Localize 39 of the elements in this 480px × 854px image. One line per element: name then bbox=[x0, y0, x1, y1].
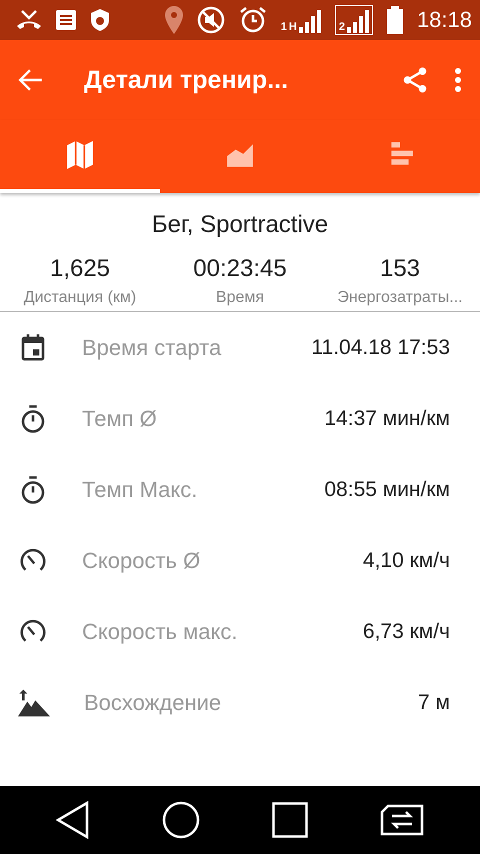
detail-value: 6,73 км/ч bbox=[362, 620, 450, 644]
missed-call-icon bbox=[16, 9, 42, 31]
detail-label: Время старта bbox=[82, 334, 222, 360]
detail-value: 11.04.18 17:53 bbox=[311, 336, 450, 360]
sim-number: 1 bbox=[280, 21, 287, 33]
detail-value: 14:37 мин/км bbox=[324, 406, 450, 430]
notes-icon bbox=[56, 10, 76, 30]
detail-label: Восхождение bbox=[84, 690, 222, 716]
detail-label: Скорость макс. bbox=[82, 618, 238, 644]
stat-value: 00:23:45 bbox=[193, 255, 287, 283]
screen-title: Детали тренир... bbox=[84, 66, 290, 94]
stat-value: 153 bbox=[380, 255, 420, 283]
stat-label: Энергозатраты... bbox=[337, 289, 463, 307]
detail-value: 7 м bbox=[418, 690, 450, 714]
detail-label: Темп Макс. bbox=[82, 476, 198, 502]
home-nav-icon[interactable] bbox=[162, 801, 200, 839]
back-nav-icon[interactable] bbox=[56, 801, 90, 839]
activity-title: Бег, Sportractive bbox=[152, 211, 328, 239]
recents-nav-icon[interactable] bbox=[272, 802, 308, 838]
mountain-climb-icon bbox=[18, 686, 50, 718]
location-pin-icon bbox=[164, 6, 183, 34]
sim-switch-icon[interactable] bbox=[380, 804, 424, 836]
more-options-icon[interactable] bbox=[454, 67, 462, 93]
detail-value: 08:55 мин/км bbox=[324, 478, 450, 502]
detail-value: 4,10 км/ч bbox=[362, 548, 450, 572]
map-icon bbox=[65, 140, 95, 168]
mute-icon bbox=[196, 6, 225, 34]
sim-number: 2 bbox=[338, 21, 345, 33]
detail-label: Темп Ø bbox=[82, 406, 158, 432]
alarm-icon bbox=[238, 6, 267, 34]
detail-label: Скорость Ø bbox=[82, 548, 202, 574]
status-time: 18:18 bbox=[416, 7, 472, 33]
stat-label: Дистанция (км) bbox=[24, 289, 136, 307]
network-type: H bbox=[288, 21, 297, 33]
stat-label: Время bbox=[216, 289, 264, 307]
signal-icon bbox=[298, 7, 321, 33]
back-arrow-icon[interactable] bbox=[18, 67, 44, 93]
battery-icon bbox=[386, 6, 403, 34]
stat-value: 1,625 bbox=[50, 255, 110, 283]
